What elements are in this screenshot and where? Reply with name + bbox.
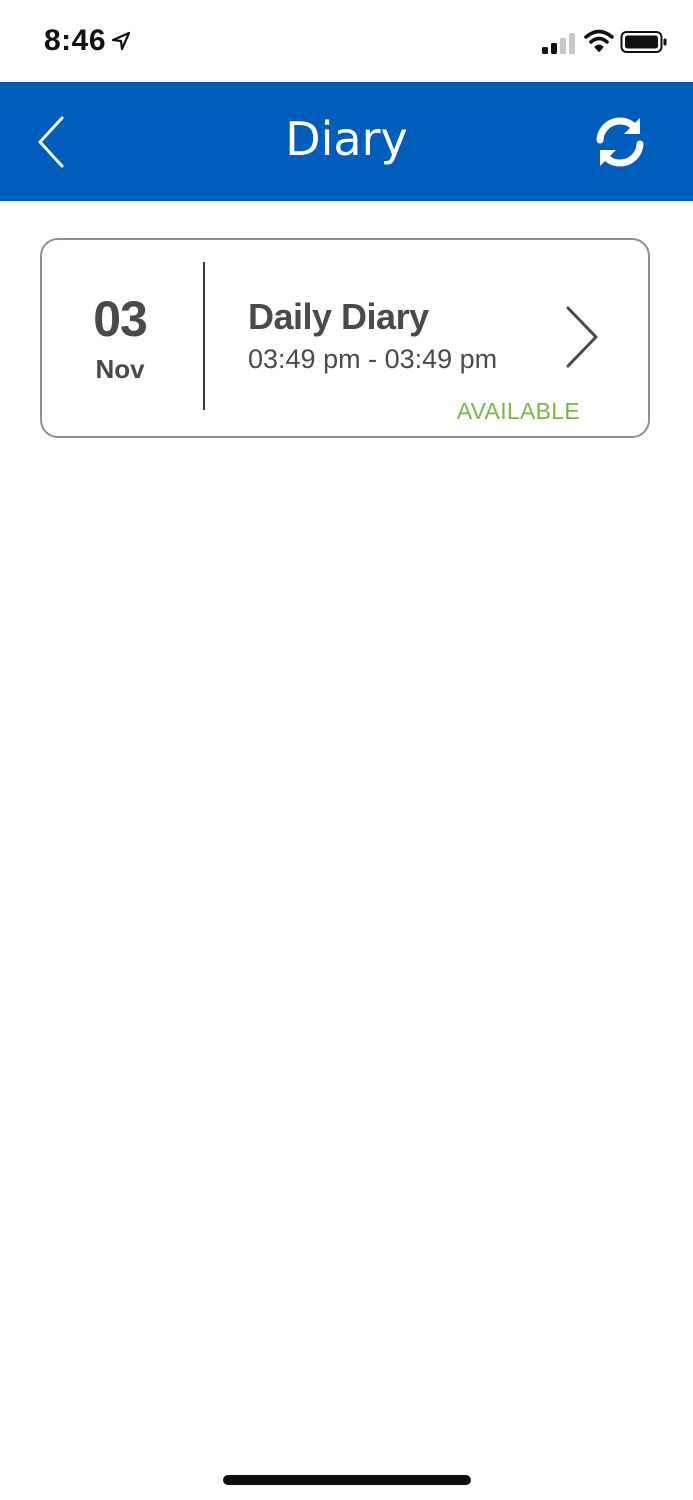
diary-entry-card[interactable]: 03 Nov Daily Diary 03:49 pm - 03:49 pm A… [40,238,650,438]
cellular-signal-icon [542,33,575,54]
status-time: 8:46 [44,24,107,57]
status-bar: 8:46 [0,0,693,82]
page-title: Diary [285,112,408,166]
location-arrow-icon [111,31,131,51]
entry-time-range: 03:49 pm - 03:49 pm [248,344,498,374]
app-header: Diary [0,82,693,201]
battery-icon [620,31,667,53]
chevron-right-icon[interactable] [562,304,602,370]
status-badge: AVAILABLE [456,398,580,424]
entry-title: Daily Diary [248,296,429,337]
card-divider [203,262,205,410]
entry-month: Nov [95,354,145,384]
refresh-icon[interactable] [592,114,648,170]
home-indicator[interactable] [223,1475,471,1485]
wifi-icon [584,29,614,52]
entry-day: 03 [93,291,148,347]
